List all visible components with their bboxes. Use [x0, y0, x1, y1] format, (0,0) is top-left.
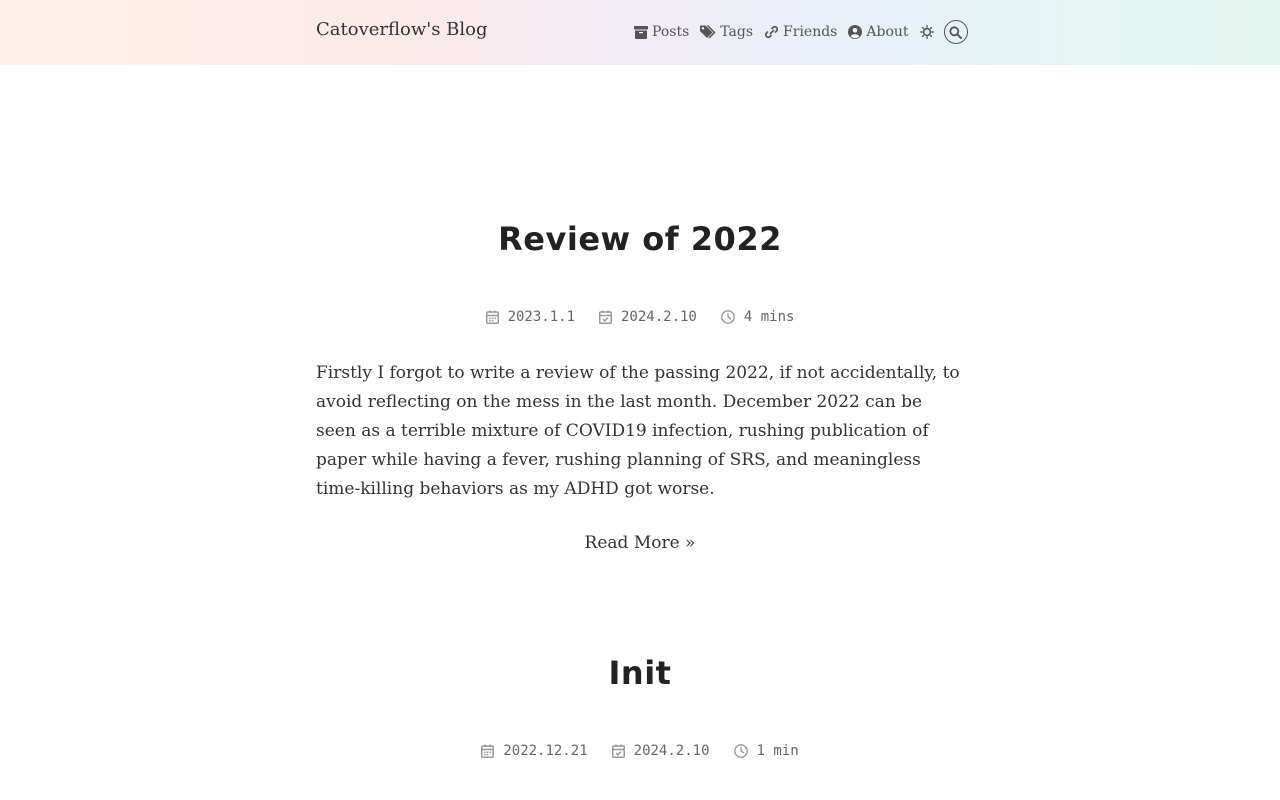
post-entry: Review of 2022 2023.1.1 2024.2.10 4 mins… [316, 220, 964, 553]
nav-label-posts: Posts [652, 24, 690, 40]
nav-item-about[interactable]: About [848, 24, 909, 40]
calendar-check-icon [611, 744, 625, 758]
post-title[interactable]: Review of 2022 [316, 220, 964, 258]
updated-date: 2024.2.10 [599, 309, 697, 325]
published-date-text: 2022.12.21 [503, 743, 588, 759]
clock-icon [720, 310, 735, 324]
calendar-icon [485, 310, 499, 324]
user-circle-icon [848, 25, 863, 39]
updated-date: 2024.2.10 [611, 743, 710, 759]
nav-item-posts[interactable]: Posts [634, 24, 689, 40]
reading-time-text: 1 min [756, 743, 799, 759]
calendar-check-icon [599, 310, 612, 324]
post-meta: 2022.12.21 2024.2.10 1 min [316, 742, 964, 760]
search-button[interactable] [943, 20, 968, 44]
clock-icon [733, 744, 748, 758]
reading-time: 1 min [733, 743, 799, 759]
post-meta: 2023.1.1 2024.2.10 4 mins [316, 308, 964, 326]
published-date: 2023.1.1 [485, 309, 575, 325]
site-header: Catoverflow's Blog Posts Tags Friends Ab… [0, 0, 1280, 65]
tags-icon [700, 25, 716, 39]
site-title[interactable]: Catoverflow's Blog [316, 19, 488, 40]
nav-item-friends[interactable]: Friends [764, 24, 837, 40]
updated-date-text: 2024.2.10 [633, 743, 710, 759]
theme-toggle-button[interactable] [919, 25, 934, 39]
nav-label-friends: Friends [783, 24, 838, 40]
archive-icon [634, 25, 648, 39]
post-title[interactable]: Init [316, 654, 964, 692]
nav-label-tags: Tags [720, 24, 754, 40]
calendar-icon [481, 744, 495, 758]
main-nav: Posts Tags Friends About [634, 20, 968, 44]
nav-item-tags[interactable]: Tags [700, 24, 753, 40]
post-entry: Init 2022.12.21 2024.2.10 1 min [316, 654, 964, 760]
updated-date-text: 2024.2.10 [621, 309, 697, 325]
read-more-link[interactable]: Read More » [316, 533, 964, 553]
reading-time: 4 mins [720, 309, 795, 325]
post-excerpt: Firstly I forgot to write a review of th… [316, 363, 960, 499]
published-date: 2022.12.21 [481, 743, 588, 759]
nav-label-about: About [866, 24, 909, 40]
link-icon [764, 25, 779, 39]
sun-icon [919, 25, 934, 39]
published-date-text: 2023.1.1 [507, 309, 575, 325]
search-icon [949, 25, 963, 39]
reading-time-text: 4 mins [743, 309, 795, 325]
